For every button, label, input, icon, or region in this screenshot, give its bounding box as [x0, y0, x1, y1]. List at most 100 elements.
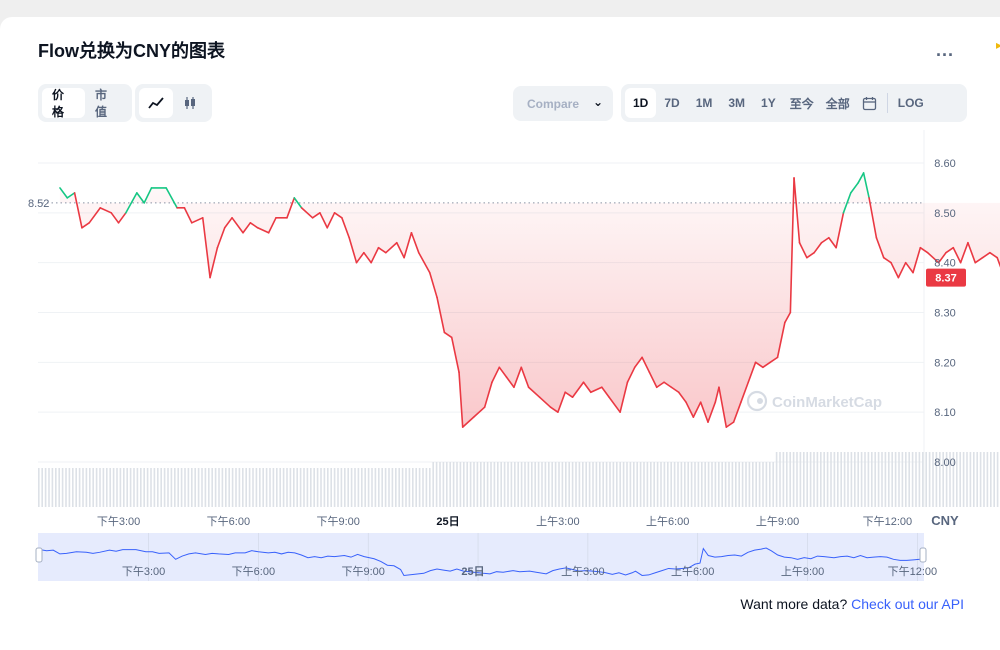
volume-bar — [82, 468, 84, 507]
volume-bar — [65, 468, 67, 507]
volume-bar — [262, 468, 264, 507]
volume-bar — [446, 462, 448, 507]
volume-bar — [548, 462, 550, 507]
volume-bar — [116, 468, 118, 507]
navigator-tick-label: 下午6:00 — [232, 565, 275, 578]
y-tick-label: 8.60 — [934, 158, 955, 170]
volume-bar — [884, 452, 887, 507]
volume-bar — [272, 468, 275, 507]
api-promo: Want more data? Check out our API — [740, 596, 964, 612]
volume-bar — [524, 462, 526, 507]
volume-bar — [106, 468, 108, 507]
volume-bar — [928, 452, 931, 507]
volume-bar — [561, 462, 564, 507]
volume-bar — [197, 468, 200, 507]
volume-bar — [44, 468, 47, 507]
volume-bar — [146, 468, 149, 507]
volume-bar — [799, 452, 802, 507]
volume-bar — [374, 468, 377, 507]
volume-bar — [61, 468, 64, 507]
volume-bar — [976, 452, 978, 507]
volume-bar — [361, 468, 363, 507]
volume-bar — [823, 452, 825, 507]
volume-bar — [150, 468, 152, 507]
volume-bar — [554, 462, 557, 507]
volume-bar — [245, 468, 247, 507]
volume-bar — [279, 468, 281, 507]
volume-bar — [551, 462, 553, 507]
volume-bar — [333, 468, 336, 507]
navigator-tick-label: 上午6:00 — [671, 565, 714, 578]
volume-bar — [323, 468, 326, 507]
volume-bar — [956, 452, 958, 507]
volume-bar — [422, 468, 424, 507]
volume-bar — [911, 452, 914, 507]
reference-price-label: 8.52 — [28, 198, 49, 210]
volume-bar — [619, 462, 621, 507]
volume-bar — [622, 462, 625, 507]
navigator-tick-label: 上午3:00 — [561, 565, 604, 578]
volume-bar — [388, 468, 390, 507]
volume-bar — [520, 462, 523, 507]
volume-bar — [752, 462, 754, 507]
volume-bar — [75, 468, 77, 507]
volume-bar — [816, 452, 819, 507]
volume-bar — [68, 468, 71, 507]
volume-bar — [435, 462, 438, 507]
x-tick-label: 下午9:00 — [317, 515, 360, 528]
y-tick-label: 8.30 — [934, 308, 955, 320]
volume-bar — [367, 468, 370, 507]
volume-bar — [208, 468, 210, 507]
volume-bar — [748, 462, 751, 507]
volume-bar — [959, 452, 961, 507]
x-tick-label: 下午3:00 — [97, 515, 140, 528]
volume-bar — [126, 468, 128, 507]
volume-bar — [650, 462, 652, 507]
volume-bar — [656, 462, 659, 507]
volume-bar — [714, 462, 717, 507]
volume-bar — [697, 462, 700, 507]
volume-bar — [922, 452, 924, 507]
volume-bar — [792, 452, 795, 507]
y-tick-label: 8.50 — [934, 208, 955, 220]
volume-bar — [820, 452, 822, 507]
last-price-label: 8.37 — [935, 273, 956, 285]
navigator-left-handle[interactable] — [35, 547, 43, 563]
volume-bar — [231, 468, 234, 507]
volume-bar — [741, 462, 744, 507]
y-axis-unit: CNY — [931, 513, 959, 528]
volume-bar — [779, 452, 781, 507]
volume-bar — [452, 462, 455, 507]
volume-bar — [718, 462, 720, 507]
volume-bar — [136, 468, 139, 507]
volume-bar — [983, 452, 985, 507]
volume-bar — [313, 468, 315, 507]
navigator-right-handle[interactable] — [919, 547, 927, 563]
volume-bar — [415, 468, 417, 507]
volume-bar — [214, 468, 217, 507]
api-link[interactable]: Check out our API — [851, 596, 964, 612]
volume-bar — [418, 468, 421, 507]
volume-bar — [527, 462, 530, 507]
volume-bar — [48, 468, 50, 507]
volume-bar — [724, 462, 727, 507]
volume-bar — [847, 452, 849, 507]
volume-bar — [371, 468, 373, 507]
volume-bar — [871, 452, 873, 507]
api-promo-text: Want more data? — [740, 596, 848, 612]
volume-bar — [405, 468, 407, 507]
volume-bar — [745, 462, 747, 507]
volume-bar — [248, 468, 251, 507]
volume-bar — [565, 462, 567, 507]
volume-bar — [129, 468, 132, 507]
volume-bar — [990, 452, 992, 507]
volume-bar — [531, 462, 533, 507]
volume-bar — [541, 462, 543, 507]
volume-bar — [575, 462, 577, 507]
volume-bar — [898, 452, 900, 507]
price-chart[interactable]: 8.00 8.10 8.20 8.30 8.40 8.50 8.60 下午3:00 下午6:0… — [0, 0, 1000, 650]
x-tick-label: 下午12:00 — [863, 515, 913, 528]
volume-bar — [439, 462, 441, 507]
volume-bar — [184, 468, 186, 507]
volume-bar — [357, 468, 360, 507]
